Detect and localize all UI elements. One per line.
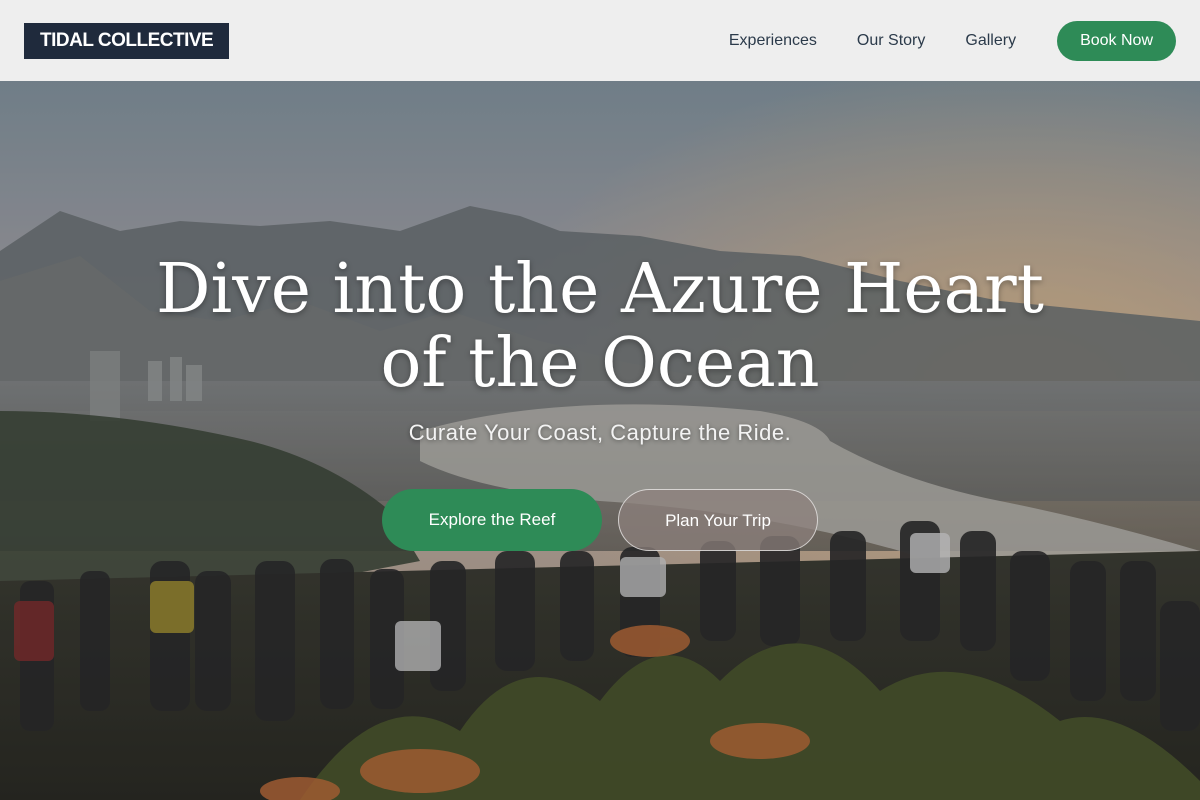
hero-title-line-1: Dive into the Azure Heart [156, 250, 1044, 329]
hero-title: Dive into the Azure Heart of the Ocean [0, 253, 1200, 401]
nav-gallery[interactable]: Gallery [965, 32, 1016, 50]
site-header: TIDAL COLLECTIVE Experiences Our Story G… [0, 0, 1200, 81]
hero-title-line-2: of the Ocean [380, 324, 820, 403]
hero-cta-group: Explore the Reef Plan Your Trip [382, 489, 818, 551]
main-nav: Experiences Our Story Gallery Book Now [689, 20, 1176, 61]
nav-our-story[interactable]: Our Story [857, 32, 925, 50]
hero-section: Dive into the Azure Heart of the Ocean C… [0, 81, 1200, 800]
logo[interactable]: TIDAL COLLECTIVE [24, 22, 230, 59]
hero-subtitle: Curate Your Coast, Capture the Ride. [408, 420, 792, 445]
book-now-button[interactable]: Book Now [1057, 20, 1176, 61]
plan-trip-button[interactable]: Plan Your Trip [618, 489, 818, 551]
nav-experiences[interactable]: Experiences [729, 32, 817, 50]
explore-reef-button[interactable]: Explore the Reef [382, 489, 602, 551]
